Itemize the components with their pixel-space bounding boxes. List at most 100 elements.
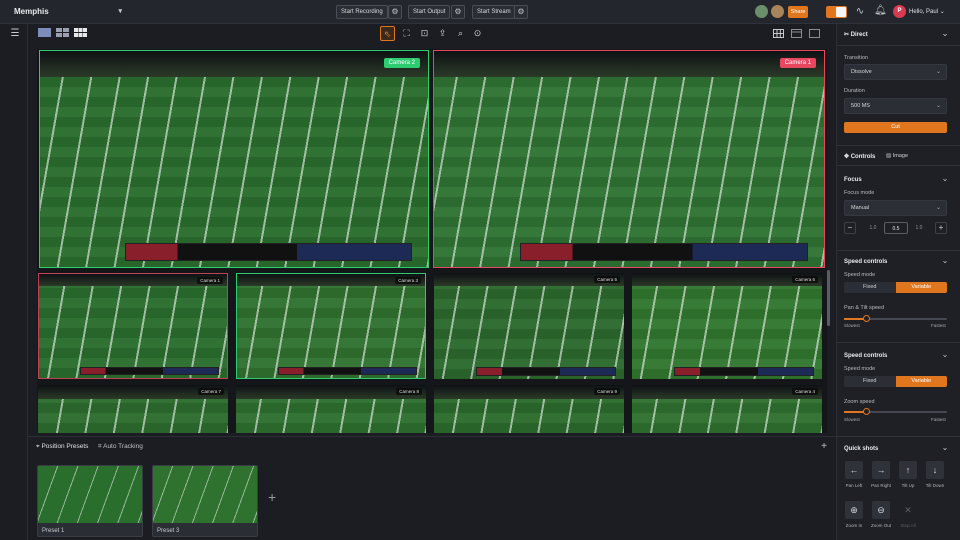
transition-label: Transition — [844, 55, 868, 61]
speed-mode-variable[interactable]: Variable — [895, 376, 947, 387]
arrow-left-icon[interactable]: ← — [845, 461, 863, 479]
divider — [837, 250, 960, 251]
layout-single-icon[interactable] — [38, 28, 51, 37]
add-preset-plus-icon[interactable]: + — [818, 441, 830, 452]
focus-mode-select[interactable]: Manual ⌄ — [844, 200, 947, 216]
camera-thumb[interactable]: Camera 5 — [434, 273, 624, 379]
camera-thumb[interactable]: Camera 4 — [632, 385, 822, 433]
tab-label: Controls — [850, 154, 876, 160]
focus-step-current[interactable]: 0.5 — [884, 222, 908, 234]
focus-stepper[interactable]: − 1.0 0.5 1.0 + — [844, 222, 947, 234]
chevron-down-icon: ⌄ — [935, 103, 941, 109]
layout-grid4-icon[interactable] — [56, 28, 69, 37]
duration-value: 500 MS — [851, 103, 870, 109]
zoom-out-icon[interactable]: ⊖ — [872, 501, 890, 519]
upload-icon[interactable]: ⇪ — [435, 26, 450, 41]
arrow-up-icon[interactable]: ↑ — [899, 461, 917, 479]
zoom-icon[interactable]: ⌕ — [453, 26, 468, 41]
camera-feed-main-2[interactable]: Camera 2 — [39, 50, 429, 268]
camera-thumb[interactable]: Camera 6 — [632, 273, 822, 379]
split-view-icon[interactable] — [791, 29, 802, 38]
focus-plus-button[interactable]: + — [935, 222, 947, 234]
preset-card[interactable]: Preset 3 — [152, 465, 258, 537]
activity-icon[interactable]: ∿ — [854, 6, 866, 17]
slider-thumb[interactable] — [863, 408, 871, 415]
pan-tilt-speed-slider[interactable] — [844, 315, 947, 322]
tab-position-presets[interactable]: ⌖ Position Presets — [36, 441, 88, 453]
tab-image[interactable]: ▨ Image — [886, 153, 908, 159]
user-avatar[interactable]: P — [893, 5, 906, 18]
collaborator-avatar[interactable] — [771, 5, 784, 18]
divider — [837, 436, 960, 437]
output-settings-gear-icon[interactable]: ⚙ — [451, 5, 465, 19]
speed-mode-fixed[interactable]: Fixed — [844, 376, 896, 387]
transition-select[interactable]: Dissolve ⌄ — [844, 64, 947, 80]
focus-step-value[interactable]: 1.0 — [907, 222, 931, 234]
arrow-right-icon[interactable]: → — [872, 461, 890, 479]
slider-max-label: Fastest — [931, 417, 946, 422]
focus-frame-icon[interactable]: ⊙ — [470, 26, 485, 41]
collapse-chevron-icon[interactable]: ⌄ — [939, 174, 951, 183]
focus-minus-button[interactable]: − — [844, 222, 856, 234]
camera-thumb[interactable]: Camera 3 — [236, 273, 426, 379]
preset-thumbnail — [153, 466, 257, 523]
collapse-chevron-icon[interactable]: ⌄ — [939, 350, 951, 359]
slider-thumb[interactable] — [863, 315, 871, 322]
add-preset-icon[interactable]: + — [268, 489, 276, 505]
slider-min-label: Slowest — [844, 417, 860, 422]
camera-feed-main-1[interactable]: Camera 1 — [433, 50, 825, 268]
project-selector[interactable]: Memphis ▾ — [14, 0, 122, 24]
camera-thumb[interactable]: Camera 9 — [434, 385, 624, 433]
grid-scrollbar[interactable] — [827, 270, 830, 326]
tab-auto-tracking[interactable]: ⌗ Auto Tracking — [98, 441, 143, 453]
mode-toggle[interactable] — [826, 6, 847, 18]
divider — [837, 342, 960, 343]
tab-label: Auto Tracking — [103, 443, 143, 450]
user-menu[interactable]: Hello, Paul ⌄ — [909, 0, 945, 24]
camera-thumb-label: Camera 6 — [792, 276, 818, 283]
zoom-speed-slider[interactable] — [844, 408, 947, 415]
menu-icon[interactable]: ☰ — [9, 28, 21, 39]
select-cursor-icon[interactable]: ⇖ — [380, 26, 395, 41]
speed-mode-fixed[interactable]: Fixed — [844, 282, 896, 293]
quick-shot-label: Zoom In — [845, 523, 863, 528]
direct-panel: ✂ Direct ⌄ Transition Dissolve ⌄ Duration… — [836, 24, 960, 540]
start-output-button[interactable]: Start Output — [408, 5, 451, 19]
duration-select[interactable]: 500 MS ⌄ — [844, 98, 947, 114]
bell-icon[interactable]: 🔔︎ — [874, 5, 887, 16]
layout-grid6-icon[interactable] — [74, 28, 87, 37]
recording-settings-gear-icon[interactable]: ⚙ — [388, 5, 402, 19]
quick-shot-label: Zoom Out — [870, 523, 891, 528]
preset-card[interactable]: Preset 1 — [37, 465, 143, 537]
collapse-chevron-icon[interactable]: ⌄ — [939, 256, 951, 265]
start-recording-button[interactable]: Start Recording — [336, 5, 388, 19]
slider-max-label: Fastest — [931, 323, 946, 328]
arrow-down-icon[interactable]: ↓ — [926, 461, 944, 479]
single-view-icon[interactable] — [809, 29, 820, 38]
speed-mode-variable[interactable]: Variable — [895, 282, 947, 293]
greeting: Hello, Paul — [909, 9, 939, 15]
camera-thumb-label: Camera 1 — [197, 277, 223, 284]
crosshair-icon[interactable]: ⊡ — [417, 26, 432, 41]
tab-controls[interactable]: ✥ Controls — [844, 153, 875, 160]
camera-thumb-label: Camera 5 — [594, 276, 620, 283]
camera-thumb[interactable]: Camera 1 — [38, 273, 228, 379]
quick-shot-label: Pan Right — [871, 483, 891, 488]
quick-shot-label: Pan Left — [845, 483, 863, 488]
collaborator-avatar[interactable] — [755, 5, 768, 18]
frame-select-icon[interactable]: ⛶ — [399, 26, 414, 41]
stream-settings-gear-icon[interactable]: ⚙ — [514, 5, 528, 19]
start-stream-button[interactable]: Start Stream — [472, 5, 516, 19]
speed-mode-segmented: Fixed Variable — [844, 282, 947, 293]
share-button[interactable]: Share — [788, 6, 808, 18]
preset-thumbnail — [38, 466, 142, 523]
focus-step-value[interactable]: 1.0 — [861, 222, 885, 234]
zoom-in-icon[interactable]: ⊕ — [845, 501, 863, 519]
collapse-chevron-icon[interactable]: ⌄ — [939, 443, 951, 452]
grid-view-icon[interactable] — [773, 29, 784, 38]
camera-thumb[interactable]: Camera 7 — [38, 385, 228, 433]
collapse-chevron-icon[interactable]: ⌄ — [939, 28, 951, 39]
cut-button[interactable]: Cut — [844, 122, 947, 133]
camera-thumb[interactable]: Camera 8 — [236, 385, 426, 433]
camera-thumb-label: Camera 8 — [396, 388, 422, 395]
